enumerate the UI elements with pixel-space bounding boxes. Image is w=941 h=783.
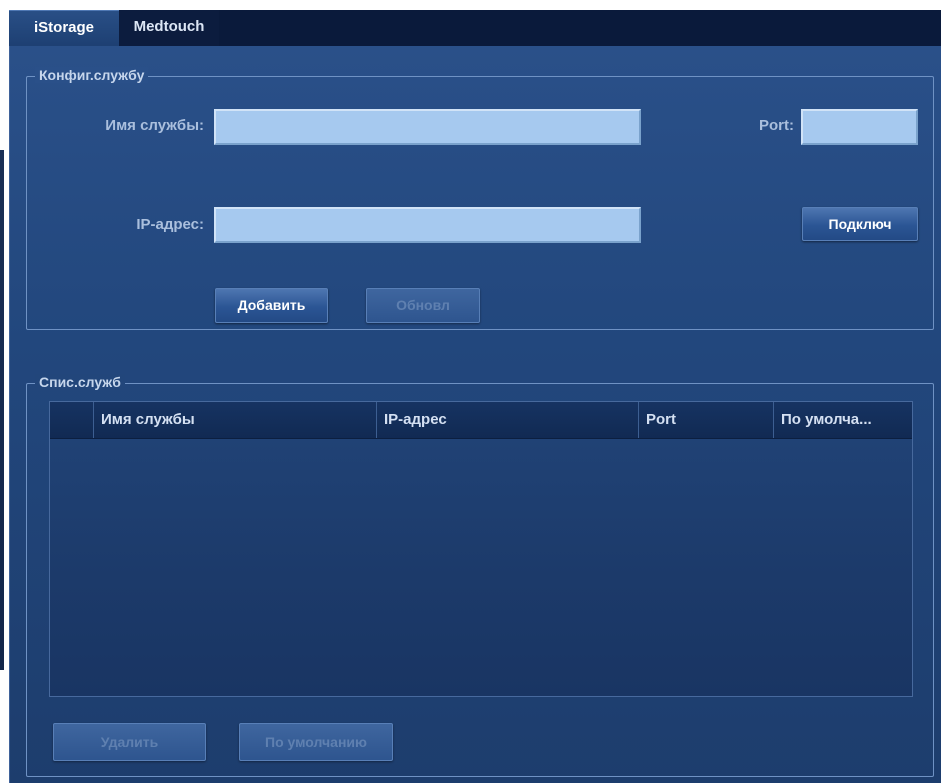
delete-button[interactable]: Удалить — [53, 723, 206, 761]
service-name-input[interactable] — [214, 109, 641, 145]
ip-address-label: IP-адрес: — [136, 216, 204, 233]
service-name-label: Имя службы: — [105, 117, 204, 134]
service-list-title: Спис.служб — [35, 374, 125, 390]
table-body — [50, 439, 912, 696]
set-default-button[interactable]: По умолчанию — [239, 723, 393, 761]
config-group-title: Конфиг.службу — [35, 67, 149, 83]
update-button[interactable]: Обновл — [366, 288, 480, 323]
column-header-port[interactable]: Port — [639, 402, 774, 438]
service-table[interactable]: Имя службы IP-адрес Port По умолча... — [49, 401, 913, 697]
column-header-default[interactable]: По умолча... — [774, 402, 912, 438]
left-edge — [0, 0, 9, 783]
column-header-service-name[interactable]: Имя службы — [94, 402, 377, 438]
ip-address-input[interactable] — [214, 207, 641, 243]
connect-button[interactable]: Подключ — [802, 207, 918, 241]
column-header-ip-address[interactable]: IP-адрес — [377, 402, 639, 438]
port-label: Port: — [759, 117, 794, 134]
column-header-select[interactable] — [50, 402, 94, 438]
add-button[interactable]: Добавить — [215, 288, 328, 323]
tab-istorage[interactable]: iStorage — [9, 10, 119, 47]
port-input[interactable] — [801, 109, 918, 145]
tab-medtouch[interactable]: Medtouch — [119, 10, 219, 46]
service-settings-window: iStorage Medtouch Конфиг.службу Имя служ… — [0, 0, 941, 783]
tab-bar: iStorage Medtouch — [9, 10, 941, 47]
settings-panel: Конфиг.службу Имя службы: Port: IP-адрес… — [9, 46, 941, 783]
table-header: Имя службы IP-адрес Port По умолча... — [50, 402, 912, 439]
